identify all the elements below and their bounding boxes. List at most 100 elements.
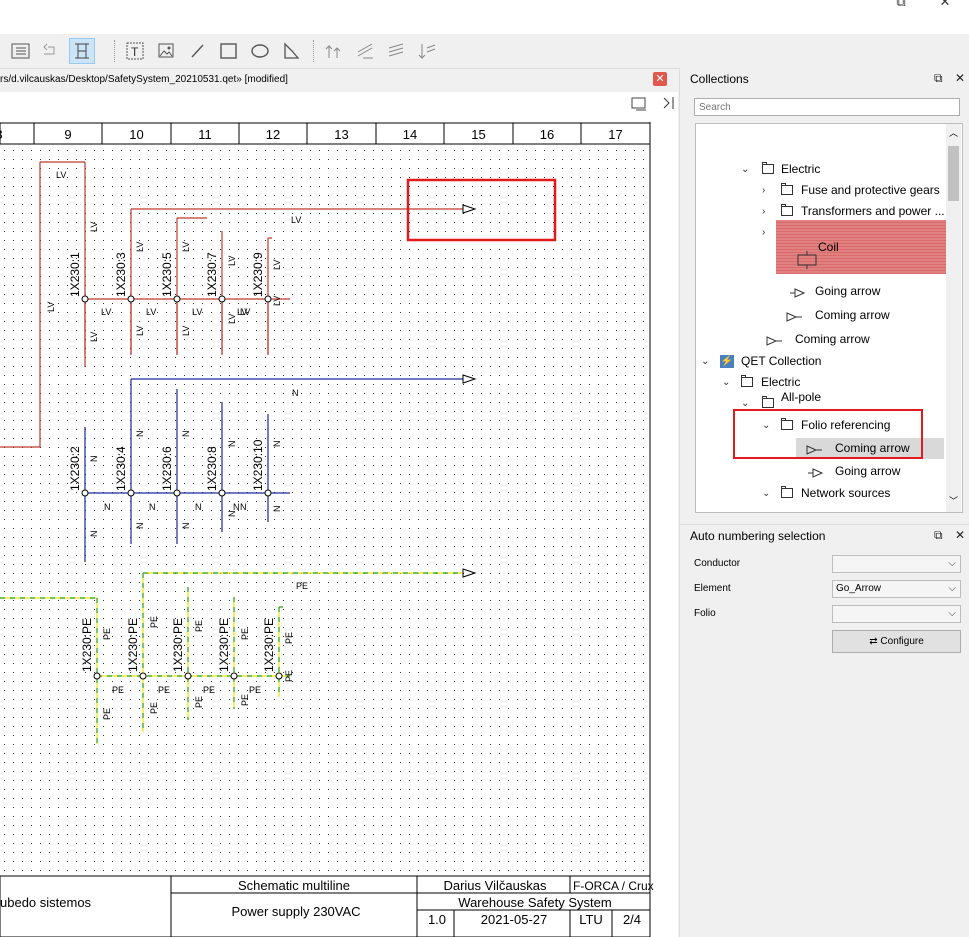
label-text: N [272,506,282,513]
label-text: LV [291,215,301,225]
chevron-right-icon[interactable]: › [762,222,765,243]
tree-item[interactable]: ⌄ Electric [696,159,946,180]
tree-item[interactable]: ⌄ All-pole [696,390,946,414]
tree-item[interactable]: Going arrow [696,461,946,482]
rotate-icon[interactable] [321,38,347,64]
float-dock-icon[interactable]: ⧉ [934,528,943,543]
column-number: 8 [0,127,3,142]
label-text: PE [158,685,170,695]
connection-node [218,489,226,497]
folio-select[interactable]: ⌵ [832,605,961,623]
list-view-icon[interactable] [8,38,34,64]
tree-scroll-thumb[interactable] [948,146,959,201]
tree-item-label: Coming arrow [815,308,890,322]
folio-label: Folio [694,608,716,619]
float-dock-icon[interactable]: ⧉ [934,71,943,86]
tree-item[interactable]: ⌄ Network sources [696,483,946,504]
scroll-up-icon[interactable]: ︿ [949,126,958,139]
titleblock-project: Warehouse Safety System [458,895,611,910]
configure-icon: ⇄ [869,636,881,647]
tree-item[interactable]: › Fuse and protective gears [696,180,946,201]
draw-line-icon[interactable] [185,38,211,64]
tree-item-label: QET Collection [741,354,822,368]
collections-tree[interactable]: ⌄ Electric › Fuse and protective gears › Tran… [695,123,963,513]
close-dock-icon[interactable]: ✕ [955,71,965,85]
diagram-canvas[interactable]: 891011121314151617 LVLVLVLVLVLVLVLVLVLVL… [0,92,678,937]
going-arrow-icon [808,465,824,478]
tree-item[interactable]: Coil [776,220,946,274]
chevron-down-icon[interactable]: ⌄ [762,483,770,504]
align-icon[interactable] [414,38,440,64]
rotate-text-icon[interactable] [352,38,378,64]
label-text: LV [46,302,56,312]
tree-item-label: Going arrow [835,464,901,478]
label-text: LV [240,307,250,317]
label-text: PE [284,670,294,682]
conductor-select[interactable]: ⌵ [832,555,961,573]
main-toolbar: T [0,34,969,69]
tree-item[interactable]: Coming arrow [696,305,946,326]
collections-search-input[interactable] [694,98,960,116]
draw-rectangle-icon[interactable] [216,38,242,64]
tree-item-label: Going arrow [815,284,881,298]
titleblock-subtitle: Power supply 230VAC [231,904,360,919]
tree-item[interactable]: Coming arrow [696,329,946,350]
column-header: 8 9 10 11 12 13 14 15 16 17 [0,122,651,145]
column-number: 10 [129,127,143,142]
titleblock-text: ubedo sistemos [0,895,92,910]
tree-item-label: Coming arrow [795,332,870,346]
conductor-mode-icon[interactable] [69,38,95,64]
connection-node [173,489,181,497]
restore-window-icon[interactable]: ⧉ [886,0,916,10]
connection-node [264,489,272,497]
tree-item[interactable]: › Transformers and power ... [696,201,946,222]
chevron-down-icon[interactable]: ⌄ [701,351,709,372]
chevron-down-icon[interactable]: ⌄ [741,393,749,414]
label-text: N [195,502,202,512]
close-document-icon[interactable]: ✕ [653,72,667,86]
label-text: PE [296,581,308,591]
terminal-label: 1X230:PE [171,618,185,672]
chevron-down-icon[interactable]: ⌄ [762,415,770,436]
tree-item[interactable]: Going arrow [696,281,946,302]
close-dock-icon[interactable]: ✕ [955,528,965,542]
label-text: N [240,502,247,512]
draw-polygon-icon[interactable] [278,38,304,64]
document-tab[interactable]: rs/d.vilcauskas/Desktop/SafetySystem_202… [0,69,678,91]
connection-node [127,295,135,303]
terminal-label: 1X230:1 [68,252,82,297]
close-window-icon[interactable]: ✕ [930,0,960,10]
label-text: N [181,523,191,530]
tree-item[interactable]: ⌄ Folio referencing [696,415,946,436]
label-text: PE [194,620,204,632]
collapse-panel-icon[interactable] [663,97,674,109]
element-select[interactable]: Go_Arrow ⌵ [832,580,961,598]
titleblock-title: Schematic multiline [238,878,350,893]
label-text: PE [203,685,215,695]
undo-link-icon[interactable] [38,38,64,64]
tree-item[interactable]: ⌄ ⚡ QET Collection [696,351,946,372]
draw-ellipse-icon[interactable] [247,38,273,64]
connection-node [173,295,181,303]
column-number: 14 [403,127,417,142]
chevron-right-icon[interactable]: › [762,201,765,222]
connection-node [275,672,283,680]
add-image-icon[interactable] [154,38,180,64]
chevron-down-icon: ⌵ [948,558,956,569]
column-number: 11 [198,127,212,142]
schematic-drawing[interactable]: 891011121314151617 LVLVLVLVLVLVLVLVLVLVL… [0,92,678,937]
panel-toggle-icon[interactable] [631,97,646,111]
flip-icon[interactable] [383,38,409,64]
connection-node [127,489,135,497]
chevron-right-icon[interactable]: › [762,180,765,201]
label-text: N [149,502,156,512]
label-text: N [89,456,99,463]
configure-button[interactable]: ⇄ Configure [832,630,961,653]
tree-item-label: Network sources [801,486,891,500]
chevron-down-icon[interactable]: ⌄ [722,372,730,393]
scroll-down-icon[interactable]: ﹀ [949,494,958,507]
tree-item[interactable]: Coming arrow [796,438,944,459]
add-text-icon[interactable]: T [123,38,149,64]
titleblock-date: 2021-05-27 [481,912,548,927]
chevron-down-icon[interactable]: ⌄ [741,159,749,180]
